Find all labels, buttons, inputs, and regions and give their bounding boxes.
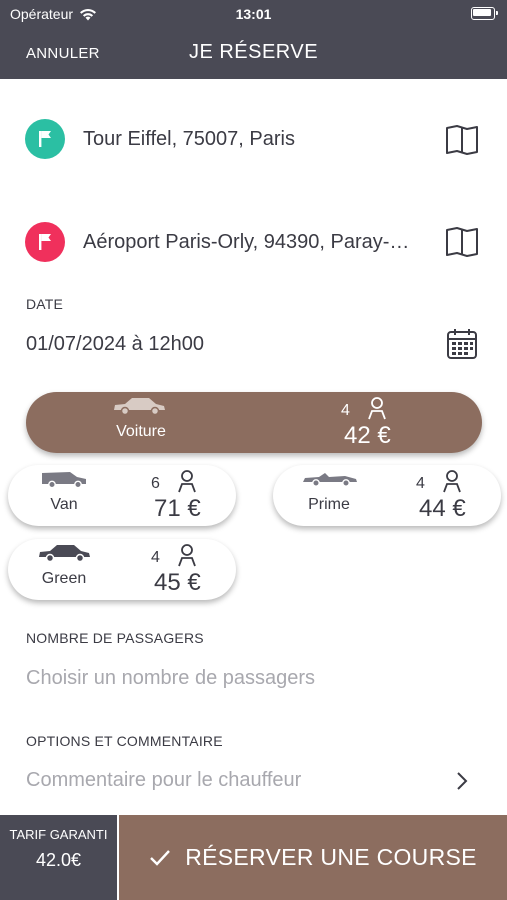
person-icon [368, 397, 386, 420]
guaranteed-fare: TARIF GARANTI 42.0€ [0, 815, 117, 900]
dropoff-address[interactable]: Aéroport Paris-Orly, 94390, Paray-Vieill… [83, 231, 413, 254]
vehicle-price: 42 € [344, 422, 391, 449]
vehicle-seats: 4 [341, 402, 350, 419]
vehicle-option-van[interactable]: Van 6 71 € [8, 465, 236, 526]
navigation-bar: Opérateur 13:01 ANNULER JE RÉSERVE [0, 0, 507, 79]
vehicle-seats: 4 [416, 475, 425, 492]
vehicle-option-prime[interactable]: Prime 4 44 € [273, 465, 501, 526]
vehicle-name: Voiture [116, 423, 166, 440]
person-icon [178, 470, 196, 493]
pickup-row[interactable] [25, 119, 65, 159]
vehicle-option-voiture[interactable]: Voiture 4 42 € [26, 392, 482, 453]
vehicle-name: Green [41, 570, 87, 587]
person-icon [178, 544, 196, 567]
comment-input[interactable]: Commentaire pour le chauffeur [26, 769, 301, 792]
options-label: OPTIONS ET COMMENTAIRE [26, 733, 223, 749]
vehicle-option-green[interactable]: Green 4 45 € [8, 539, 236, 600]
page-title: JE RÉSERVE [188, 41, 319, 63]
vehicle-price: 71 € [154, 495, 201, 522]
date-value[interactable]: 01/07/2024 à 12h00 [26, 333, 204, 356]
car-icon [114, 398, 165, 416]
battery-icon [471, 7, 498, 20]
person-icon [443, 470, 461, 493]
convertible-icon [303, 473, 357, 487]
dropoff-row[interactable] [25, 222, 65, 262]
pickup-flag-icon [25, 119, 65, 159]
vehicle-price: 45 € [154, 569, 201, 596]
tarif-label: TARIF GARANTI [9, 827, 108, 842]
status-time: 13:01 [235, 6, 272, 22]
book-ride-label: RÉSERVER UNE COURSE [185, 844, 477, 870]
vehicle-seats: 6 [151, 475, 160, 492]
car-icon [39, 545, 90, 563]
checkmark-icon [150, 849, 171, 866]
date-label: DATE [26, 296, 64, 312]
address-book-icon[interactable] [445, 123, 479, 157]
passengers-input[interactable]: Choisir un nombre de passagers [26, 667, 315, 690]
chevron-right-icon[interactable] [455, 770, 469, 792]
dropoff-flag-icon [25, 222, 65, 262]
pickup-address[interactable]: Tour Eiffel, 75007, Paris [83, 128, 423, 151]
vehicle-name: Prime [308, 496, 350, 513]
address-book-icon[interactable] [445, 225, 479, 259]
tarif-value: 42.0€ [35, 850, 82, 870]
vehicle-price: 44 € [419, 495, 466, 522]
van-icon [42, 472, 86, 489]
vehicle-name: Van [50, 496, 78, 513]
passengers-label: NOMBRE DE PASSAGERS [26, 630, 204, 646]
calendar-icon[interactable] [446, 328, 478, 360]
vehicle-seats: 4 [151, 549, 160, 566]
book-ride-button[interactable]: RÉSERVER UNE COURSE [119, 815, 507, 900]
